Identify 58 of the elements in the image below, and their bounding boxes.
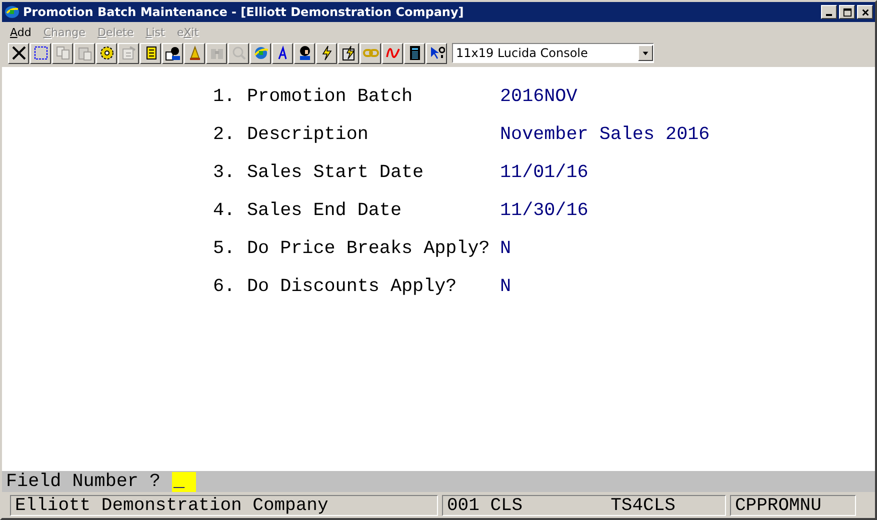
- user-status: 001 CLS: [447, 496, 523, 514]
- cancel-icon: [10, 45, 26, 61]
- field-label: Do Discounts Apply?: [247, 275, 458, 298]
- cancel-button[interactable]: [8, 42, 29, 64]
- field-label: Promotion Batch: [247, 85, 414, 108]
- gear-button[interactable]: [96, 42, 117, 64]
- properties-icon: [120, 45, 136, 61]
- field-label: Description: [247, 123, 370, 146]
- calculator-button[interactable]: [404, 42, 425, 64]
- field-label: Sales End Date: [247, 199, 403, 222]
- help-pointer-button[interactable]: [426, 42, 447, 64]
- notes-button[interactable]: [140, 42, 161, 64]
- minimize-button[interactable]: [821, 5, 837, 19]
- field-number: 4.: [213, 199, 236, 222]
- field-value: N: [500, 237, 512, 260]
- search-icon: [230, 45, 246, 61]
- person-button[interactable]: [294, 42, 315, 64]
- gear-icon: [98, 45, 114, 61]
- lightning-document-button[interactable]: [338, 42, 359, 64]
- field-label: Do Price Breaks Apply?: [247, 237, 491, 260]
- select-button[interactable]: [30, 42, 51, 64]
- globe-icon: [252, 45, 268, 61]
- field-value: November Sales 2016: [500, 123, 711, 146]
- paste-icon: [76, 45, 92, 61]
- maximize-button[interactable]: [839, 5, 855, 19]
- field-label: Sales Start Date: [247, 161, 425, 184]
- copy-icon: [54, 45, 70, 61]
- field-number: 2.: [213, 123, 236, 146]
- dropdown-arrow-icon: [641, 48, 650, 58]
- field-number: 6.: [213, 275, 236, 298]
- program-status: CPPROMNU: [730, 494, 856, 516]
- minimize-icon: [826, 14, 832, 16]
- link-button[interactable]: [360, 42, 381, 64]
- field-value: N: [500, 275, 512, 298]
- user-document-icon: [164, 45, 180, 61]
- field-number: 5.: [213, 237, 236, 260]
- maximize-icon: [842, 8, 852, 16]
- input-field[interactable]: _: [172, 472, 196, 492]
- font-dropdown[interactable]: 11x19 Lucida Console: [452, 43, 654, 63]
- user-document-button[interactable]: [162, 42, 183, 64]
- terminal-status: TS4CLS: [610, 496, 676, 514]
- close-button[interactable]: [857, 5, 873, 19]
- globe-icon: [4, 4, 20, 20]
- lightning-button[interactable]: [316, 42, 337, 64]
- company-status: Elliott Demonstration Company: [10, 494, 438, 516]
- field-number: 3.: [213, 161, 236, 184]
- window-title: Promotion Batch Maintenance - [Elliott Demonstration Company]: [23, 5, 465, 19]
- prompt-label: Field Number ?: [6, 471, 161, 492]
- field-value: 2016NOV: [500, 85, 578, 108]
- menu-item[interactable]: Add: [10, 26, 32, 38]
- field-value: 11/30/16: [500, 199, 590, 222]
- field-number: 1.: [213, 85, 236, 108]
- globe-button[interactable]: [250, 42, 271, 64]
- select-icon: [32, 45, 48, 61]
- lightning-document-icon: [340, 45, 356, 61]
- close-icon: [860, 8, 870, 16]
- field-value: 11/01/16: [500, 161, 590, 184]
- help-pointer-icon: [428, 45, 444, 61]
